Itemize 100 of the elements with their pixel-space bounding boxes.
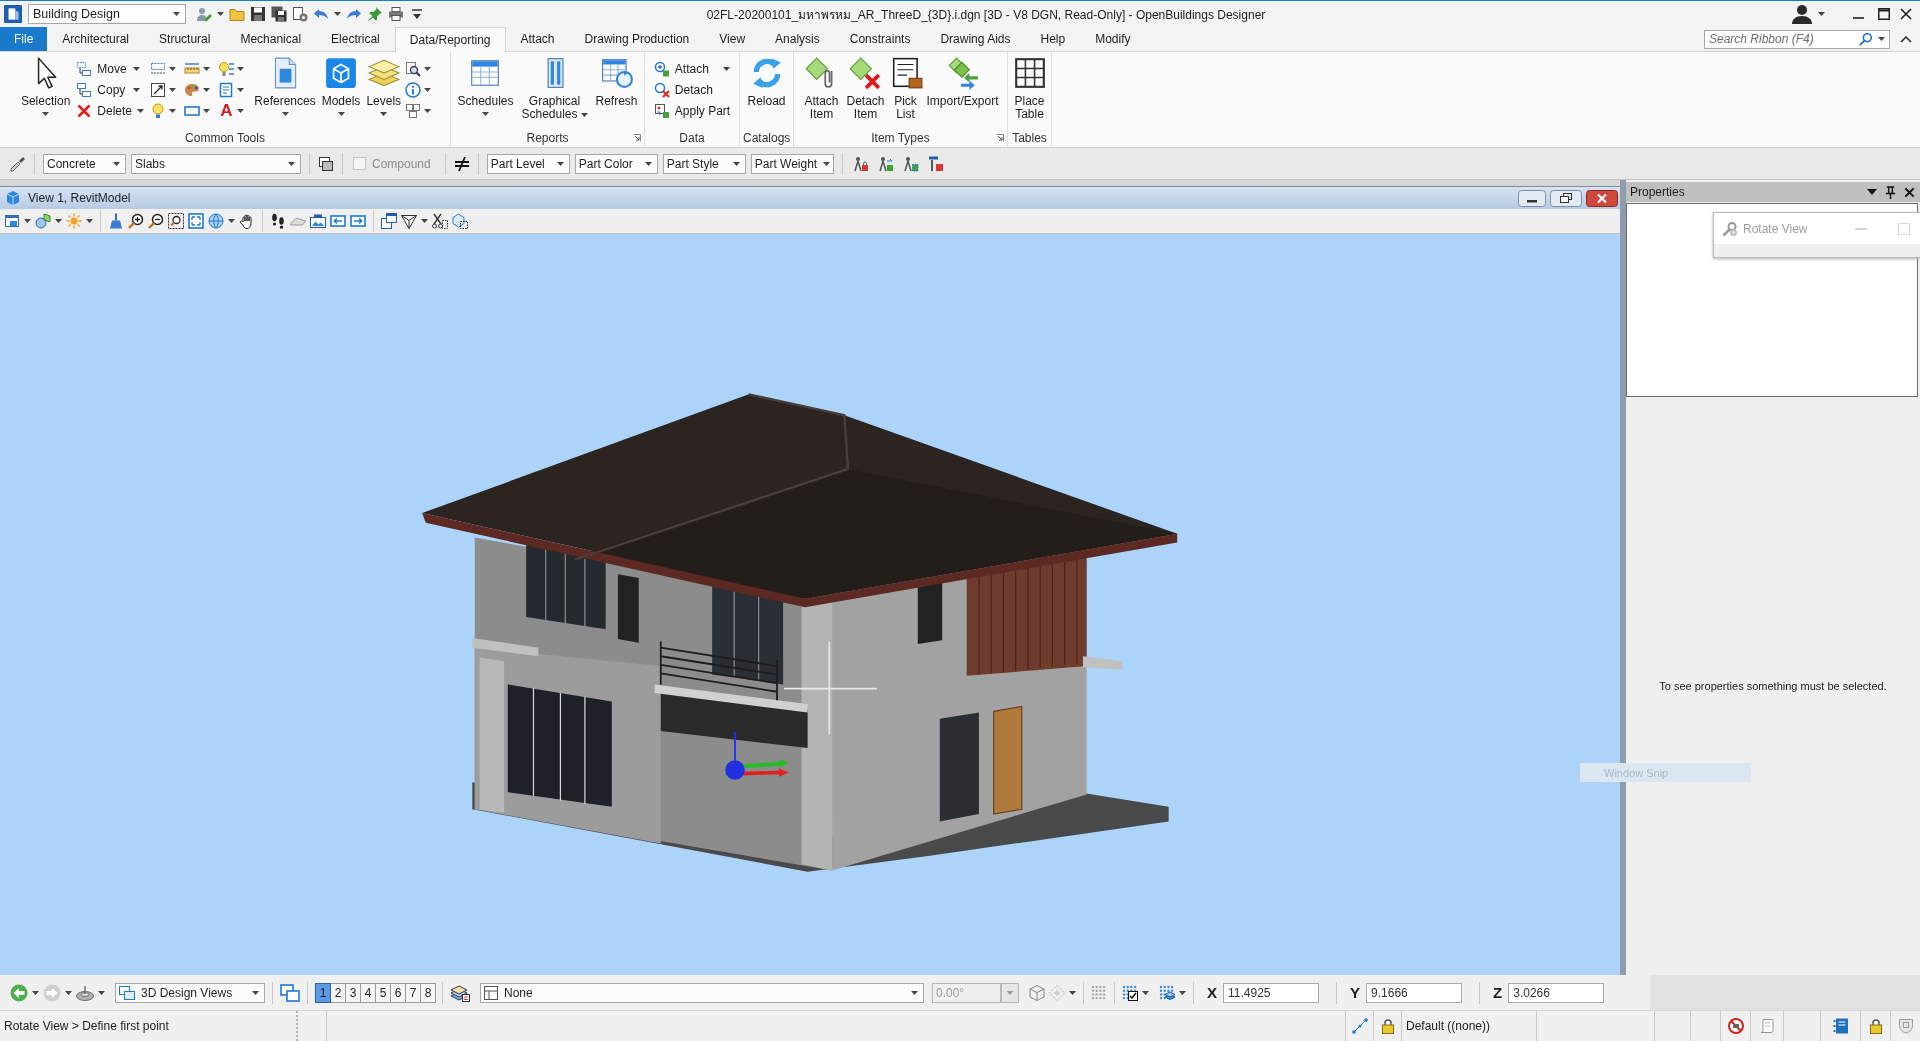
dropdown-arrow-icon[interactable] — [55, 219, 62, 223]
place-table-button[interactable]: Place Table — [1008, 52, 1051, 121]
window-area-icon[interactable] — [168, 213, 184, 229]
ribbon-tab[interactable]: Data/Reporting — [394, 27, 506, 52]
fit-view-icon[interactable] — [188, 213, 204, 229]
ribbon-tab[interactable]: Mechanical — [225, 27, 317, 51]
zoom-out-icon[interactable] — [148, 213, 164, 229]
attach-item-button[interactable]: Attach Item — [800, 52, 843, 121]
pushpin-icon[interactable] — [367, 6, 383, 22]
pan-hand-icon[interactable] — [239, 213, 255, 229]
redo-icon[interactable] — [346, 6, 362, 22]
user-account-icon[interactable] — [1792, 4, 1812, 24]
eyedropper-icon[interactable] — [10, 155, 26, 172]
not-equal-icon[interactable] — [453, 155, 470, 172]
footprints-icon[interactable] — [270, 213, 286, 229]
dropdown-arrow-icon[interactable] — [237, 87, 245, 92]
disc-icon[interactable] — [76, 983, 94, 1002]
dropdown-arrow-icon[interactable] — [424, 66, 432, 71]
view-number-button[interactable]: 4 — [360, 982, 376, 1003]
scissors-icon[interactable] — [432, 213, 448, 229]
minimize-icon[interactable] — [1518, 189, 1546, 207]
part-attribute-dropdown[interactable]: Part Level — [486, 153, 570, 174]
dropdown-arrow-icon[interactable] — [133, 66, 141, 71]
search-field[interactable]: Search Ribbon (F4) — [1704, 29, 1890, 49]
schedules-button[interactable]: Schedules — [455, 52, 516, 116]
dropdown-arrow-icon[interactable] — [24, 219, 31, 223]
dropdown-arrow-icon[interactable] — [237, 108, 245, 113]
undo-icon[interactable] — [313, 6, 329, 22]
ribbon-tab[interactable]: Drawing Aids — [925, 27, 1026, 51]
dropdown-arrow-icon[interactable] — [380, 112, 388, 116]
panel-menu-arrow-icon[interactable] — [1867, 189, 1877, 195]
dropdown-arrow-icon[interactable] — [86, 219, 93, 223]
coordinate-field[interactable]: 9.1666 — [1366, 982, 1463, 1003]
dropdown-arrow-icon[interactable] — [481, 112, 489, 116]
dropdown-arrow-icon[interactable] — [237, 66, 245, 71]
selection-button[interactable]: Selection — [18, 52, 73, 116]
palette-icon[interactable] — [184, 81, 201, 98]
figure-lock-icon[interactable] — [852, 155, 869, 172]
workflow-dropdown[interactable]: Building Design — [28, 4, 186, 24]
pick-list-button[interactable]: Pick List — [888, 52, 923, 121]
lightbulb-icon[interactable] — [150, 102, 167, 119]
dropdown-arrow-icon[interactable] — [1142, 990, 1149, 995]
close-icon[interactable] — [1900, 8, 1912, 20]
ribbon-tab[interactable]: View — [704, 27, 761, 51]
restore-icon[interactable] — [1550, 189, 1582, 207]
view-number-button[interactable]: 3 — [345, 982, 361, 1003]
copy-view-icon[interactable] — [381, 213, 397, 229]
ribbon-tab[interactable]: Electrical — [316, 27, 395, 51]
active-level-text[interactable]: Default ((none)) — [1406, 1019, 1491, 1033]
save-icon[interactable] — [250, 6, 266, 22]
dot-grid-layers-icon[interactable] — [1159, 984, 1175, 1001]
dropdown-arrow-icon[interactable] — [723, 66, 731, 71]
ribbon-tab[interactable]: Modify — [1080, 27, 1146, 51]
clip-volume-icon[interactable] — [401, 213, 417, 229]
dialog-launcher-icon[interactable] — [996, 133, 1004, 142]
overlapping-windows-icon[interactable] — [280, 983, 300, 1002]
dialog-launcher-icon[interactable] — [633, 133, 641, 142]
detach-button[interactable]: Detach — [651, 79, 733, 100]
dashed-rectangle-icon[interactable] — [150, 60, 167, 77]
dropdown-arrow-icon[interactable] — [1179, 990, 1186, 995]
brush-icon[interactable] — [108, 213, 124, 229]
ribbon-tab[interactable]: Analysis — [760, 27, 835, 51]
layers-list-icon[interactable] — [450, 983, 470, 1002]
selection-dropdown[interactable]: None — [480, 982, 924, 1003]
no-entry-icon[interactable] — [1727, 1018, 1744, 1034]
dropdown-arrow-icon[interactable] — [1818, 12, 1825, 16]
import-export-button[interactable]: Import/Export — [924, 52, 1001, 108]
close-icon[interactable] — [1586, 189, 1618, 207]
dropdown-arrow-icon[interactable] — [169, 108, 177, 113]
line-points-icon[interactable] — [1351, 1018, 1368, 1034]
detach-item-button[interactable]: Detach Item — [844, 52, 887, 121]
view-number-button[interactable]: 6 — [390, 982, 406, 1003]
ribbon-tab[interactable]: File — [0, 27, 48, 51]
coordinate-field[interactable]: 3.0266 — [1508, 982, 1605, 1003]
dot-grid-check-icon[interactable] — [1122, 984, 1138, 1001]
dropdown-arrow-icon[interactable] — [424, 87, 432, 92]
app-logo-icon[interactable] — [4, 5, 22, 23]
info-icon[interactable] — [405, 81, 422, 98]
scroll-icon[interactable] — [1759, 1018, 1775, 1034]
next-view-icon[interactable] — [350, 213, 366, 229]
apply-part-button[interactable]: Apply Part — [651, 100, 733, 121]
cube-dashed-icon[interactable] — [452, 213, 468, 229]
view-number-button[interactable]: 5 — [375, 982, 391, 1003]
collapse-caret-icon[interactable] — [1900, 35, 1912, 43]
dropdown-arrow-icon[interactable] — [337, 112, 345, 116]
graphical-schedules-button[interactable]: Graphical Schedules — [517, 52, 592, 121]
references-button[interactable]: References — [252, 52, 318, 116]
search-icon[interactable] — [1859, 32, 1873, 46]
hammer-square-icon[interactable] — [927, 155, 944, 172]
ribbon-tab[interactable]: Help — [1025, 27, 1081, 51]
delete-button[interactable]: Delete — [74, 100, 143, 121]
globe-icon[interactable] — [208, 213, 224, 229]
dropdown-arrow-icon[interactable] — [424, 108, 432, 113]
part-attribute-dropdown[interactable]: Part Style — [662, 153, 746, 174]
print-icon[interactable] — [388, 6, 404, 22]
dropdown-arrow-icon[interactable] — [137, 108, 144, 113]
dropdown-arrow-icon[interactable] — [281, 112, 289, 116]
save-all-icon[interactable] — [271, 6, 287, 22]
attach-button[interactable]: Attach — [651, 58, 733, 79]
dropdown-arrow-icon[interactable] — [169, 66, 177, 71]
